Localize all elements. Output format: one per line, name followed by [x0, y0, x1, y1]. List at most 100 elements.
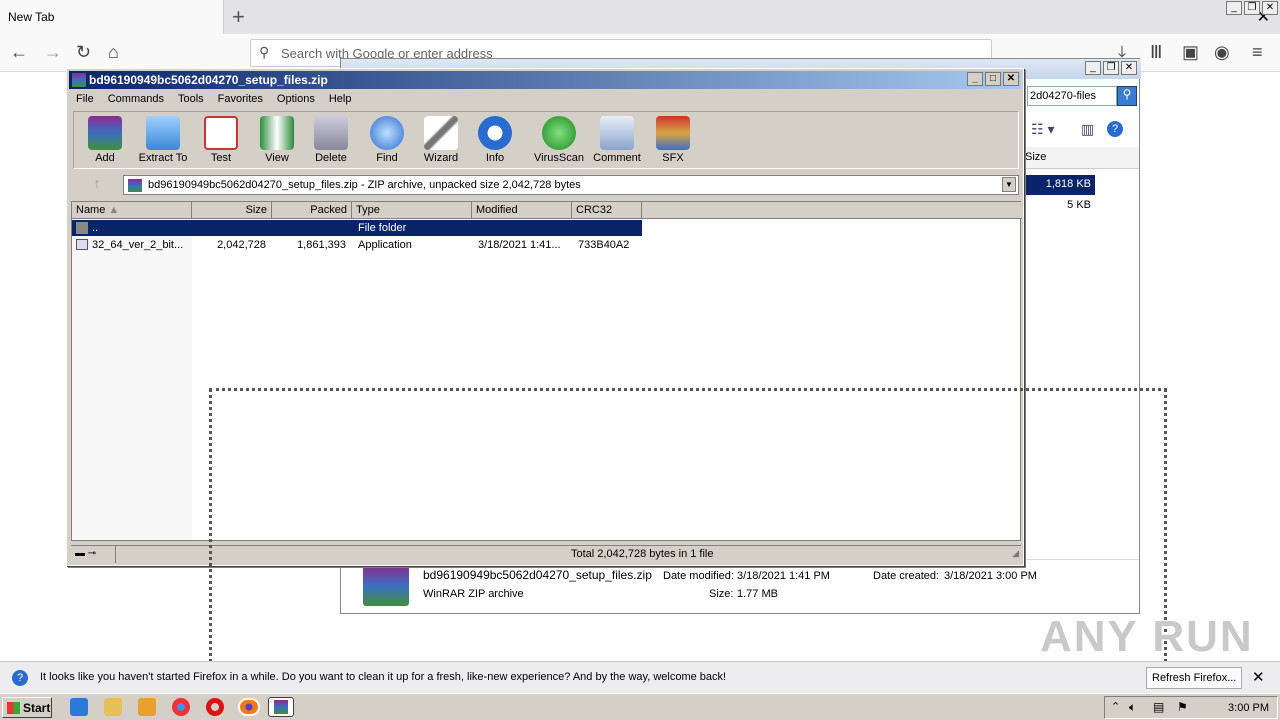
notification-message: It looks like you haven't started Firefo…	[40, 671, 727, 683]
menu-help[interactable]: Help	[322, 91, 359, 109]
minimize-icon[interactable]: _	[1085, 61, 1101, 75]
maximize-icon[interactable]: □	[985, 72, 1001, 86]
status-divider	[115, 546, 567, 563]
test-checklist-icon	[204, 116, 238, 150]
add-icon	[88, 116, 122, 150]
extract-to-button[interactable]: Extract To	[134, 114, 192, 164]
help-icon[interactable]: ?	[1107, 121, 1123, 137]
details-pane: bd96190949bc5062d04270_setup_files.zip W…	[341, 559, 1139, 613]
comment-button[interactable]: Comment	[588, 114, 646, 164]
tab-new-tab[interactable]: New Tab ✕	[0, 0, 1270, 34]
column-header-type[interactable]: Type	[352, 202, 472, 219]
chevron-down-icon[interactable]: ▼	[1002, 177, 1016, 192]
explorer-search-input[interactable]: 2d04270-files	[1027, 86, 1117, 106]
column-header-size[interactable]: Size	[192, 202, 272, 219]
delete-button[interactable]: Delete	[302, 114, 360, 164]
library-icon[interactable]: Ⅲ	[1150, 42, 1162, 63]
close-icon[interactable]: ✕	[1003, 72, 1019, 86]
column-header-packed[interactable]: Packed	[272, 202, 352, 219]
menu-file[interactable]: File	[69, 91, 101, 109]
column-header-modified[interactable]: Modified	[472, 202, 572, 219]
internet-explorer-icon[interactable]	[70, 698, 88, 716]
menu-tools[interactable]: Tools	[171, 91, 211, 109]
details-file-name: bd96190949bc5062d04270_setup_files.zip	[423, 568, 652, 582]
firefox-icon[interactable]	[238, 698, 260, 716]
sfx-button[interactable]: SFX	[644, 114, 702, 164]
clock[interactable]: 3:00 PM	[1228, 702, 1269, 714]
drive-key-icon: ▬ ⊸	[75, 548, 97, 559]
minimize-icon[interactable]: _	[967, 72, 983, 86]
flag-icon[interactable]: ⚑	[1177, 700, 1188, 714]
sidebar-icon[interactable]: ▣	[1182, 42, 1199, 63]
tab-title: New Tab	[8, 10, 55, 24]
column-header-empty	[642, 202, 1022, 219]
show-hidden-icon[interactable]: ⌃	[1111, 700, 1120, 713]
start-button[interactable]: Start	[2, 697, 52, 718]
account-icon[interactable]: ◉	[1214, 42, 1230, 63]
virusscan-button[interactable]: VirusScan	[530, 114, 588, 164]
menu-commands[interactable]: Commands	[101, 91, 171, 109]
network-icon[interactable]: ▤	[1153, 700, 1164, 714]
column-header-name[interactable]: Name ▲	[72, 202, 192, 219]
winrar-titlebar[interactable]: bd96190949bc5062d04270_setup_files.zip _…	[69, 71, 1021, 89]
minimize-icon[interactable]: _	[1226, 1, 1242, 15]
status-bar: ▬ ⊸ Total 2,042,728 bytes in 1 file ◢	[71, 545, 1021, 563]
column-header-crc32[interactable]: CRC32	[572, 202, 642, 219]
sort-ascending-icon: ▲	[108, 204, 120, 216]
test-button[interactable]: Test	[192, 114, 250, 164]
view-options-icon[interactable]: ☷ ▾	[1031, 121, 1054, 138]
restore-icon[interactable]: ❐	[1244, 1, 1260, 15]
folder-icon	[146, 116, 180, 150]
media-player-icon[interactable]	[138, 698, 156, 716]
file-explorer-icon[interactable]	[104, 698, 122, 716]
search-icon[interactable]: ⚲	[1117, 86, 1137, 106]
file-list: Name ▲ Size Packed Type Modified CRC32 .…	[71, 201, 1022, 541]
winrar-window-controls: _ □ ✕	[967, 72, 1019, 86]
explorer-window-controls: _ ❐ ✕	[1085, 61, 1137, 75]
application-icon	[76, 239, 88, 250]
wizard-button[interactable]: Wizard	[412, 114, 470, 164]
reload-icon[interactable]: ↻	[76, 42, 91, 63]
winrar-archive-icon	[363, 566, 409, 606]
back-icon[interactable]: ←	[10, 42, 28, 63]
date-modified-label: Date modified:	[663, 570, 734, 582]
forward-icon[interactable]: →	[44, 42, 62, 63]
date-created-label: Date created:	[873, 570, 940, 582]
menu-icon[interactable]: ≡	[1252, 42, 1263, 63]
opera-icon[interactable]	[206, 698, 224, 716]
new-tab-icon[interactable]: +	[232, 4, 245, 30]
info-button[interactable]: Info	[466, 114, 524, 164]
menu-options[interactable]: Options	[270, 91, 322, 109]
volume-icon[interactable]: 🔈︎	[1129, 700, 1136, 715]
close-icon[interactable]: ✕	[1121, 61, 1137, 75]
winrar-taskbar-button[interactable]	[268, 697, 294, 717]
up-folder-icon[interactable]: ↑	[75, 175, 119, 195]
table-row[interactable]: .. File folder	[72, 220, 642, 236]
comment-icon	[600, 116, 634, 150]
close-icon[interactable]: ✕	[1262, 1, 1278, 15]
close-notification-icon[interactable]: ✕	[1252, 668, 1265, 686]
refresh-firefox-button[interactable]: Refresh Firefox...	[1146, 667, 1242, 689]
preview-pane-icon[interactable]: ▥	[1081, 121, 1094, 138]
selected-file-size[interactable]: 1,818 KB	[1025, 175, 1095, 195]
column-header-size[interactable]: Size	[1023, 147, 1139, 169]
winrar-window[interactable]: bd96190949bc5062d04270_setup_files.zip _…	[66, 68, 1024, 566]
home-icon[interactable]: ⌂	[108, 42, 119, 63]
archive-path-text: bd96190949bc5062d04270_setup_files.zip -…	[148, 179, 581, 191]
archive-path-field[interactable]: bd96190949bc5062d04270_setup_files.zip -…	[123, 175, 1019, 195]
table-row[interactable]: 32_64_ver_2_bit... 2,042,728 1,861,393 A…	[72, 237, 642, 253]
firefox-notification-bar: ? It looks like you haven't started Fire…	[0, 661, 1280, 693]
search-icon: ⚲	[259, 44, 270, 60]
chrome-icon[interactable]	[172, 698, 190, 716]
add-button[interactable]: Add	[76, 114, 134, 164]
find-button[interactable]: Find	[358, 114, 416, 164]
name-column-shade	[72, 220, 192, 540]
winrar-title: bd96190949bc5062d04270_setup_files.zip	[89, 73, 328, 87]
view-button[interactable]: View	[248, 114, 306, 164]
winrar-toolbar: Add Extract To Test View Delete Find Wiz…	[73, 111, 1019, 169]
winrar-menubar: File Commands Tools Favorites Options He…	[69, 91, 1021, 109]
resize-grip-icon[interactable]: ◢	[1012, 548, 1019, 559]
restore-icon[interactable]: ❐	[1103, 61, 1119, 75]
book-icon	[260, 116, 294, 150]
menu-favorites[interactable]: Favorites	[211, 91, 270, 109]
